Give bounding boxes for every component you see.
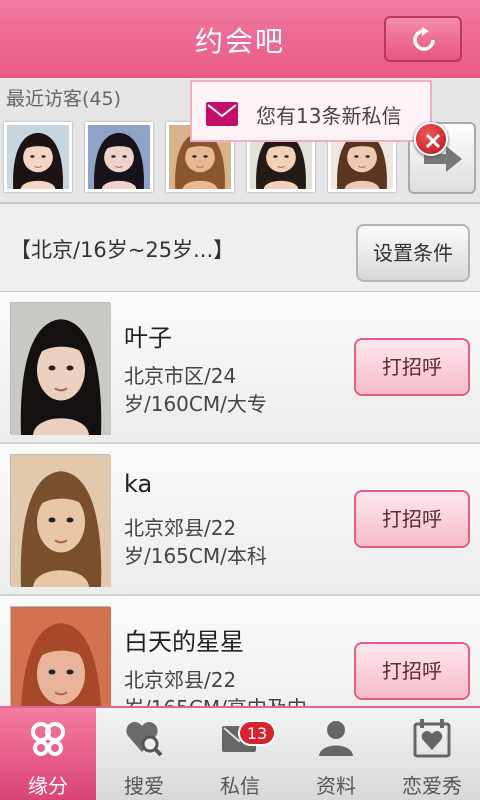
- unread-badge: 13: [238, 720, 276, 746]
- profile-photo-image: [11, 303, 111, 435]
- bottom-nav: 缘分 搜爱 私信 13 资料 恋爱秀: [0, 706, 480, 800]
- profile-details: 北京郊县/22岁/165CM/本科: [124, 516, 267, 568]
- nav-label: 恋爱秀: [402, 774, 462, 798]
- profile-name: ka: [124, 470, 153, 498]
- profile-photo[interactable]: [10, 606, 111, 706]
- greet-button[interactable]: 打招呼: [354, 490, 470, 548]
- calendar-heart-icon: [413, 719, 451, 758]
- nav-label: 缘分: [28, 774, 68, 798]
- nav-item-0[interactable]: 缘分: [0, 708, 96, 800]
- refresh-button[interactable]: [384, 16, 462, 62]
- set-conditions-button[interactable]: 设置条件: [356, 224, 470, 282]
- profile-name: 叶子: [124, 324, 172, 352]
- nav-icon-wrap: [412, 718, 452, 762]
- nav-item-2[interactable]: 私信 13: [192, 708, 288, 800]
- profile-name: 白天的星星: [124, 628, 244, 656]
- nav-icon-wrap: [28, 718, 68, 762]
- greet-button[interactable]: 打招呼: [354, 642, 470, 700]
- couple-icon: [31, 722, 65, 756]
- profile-row[interactable]: ka 北京郊县/22岁/165CM/本科 打招呼: [0, 444, 480, 596]
- close-icon: [425, 133, 441, 149]
- filter-summary: 【北京/16岁~25岁...】: [10, 238, 235, 262]
- visitor-avatar[interactable]: [4, 122, 72, 192]
- person-icon: [319, 721, 353, 756]
- nav-label: 资料: [316, 774, 356, 798]
- avatar-photo: [7, 125, 69, 189]
- profile-details: 北京市区/24岁/160CM/大专: [124, 364, 267, 416]
- greet-button[interactable]: 打招呼: [354, 338, 470, 396]
- profile-photo[interactable]: [10, 302, 111, 435]
- profile-photo[interactable]: [10, 454, 111, 587]
- new-message-text: 您有13条新私信: [256, 104, 402, 128]
- nav-item-1[interactable]: 搜爱: [96, 708, 192, 800]
- visitor-avatar[interactable]: [85, 122, 153, 192]
- nav-label: 私信: [220, 774, 260, 798]
- heart-search-icon: [126, 722, 163, 757]
- nav-label: 搜爱: [124, 774, 164, 798]
- filter-bar: 【北京/16岁~25岁...】 设置条件: [0, 206, 480, 292]
- profile-photo-image: [11, 455, 111, 587]
- mail-icon: [206, 102, 238, 126]
- refresh-icon: [413, 27, 435, 51]
- nav-item-4[interactable]: 恋爱秀: [384, 708, 480, 800]
- nav-icon-wrap: [124, 718, 164, 762]
- profile-list: 叶子 北京市区/24岁/160CM/大专 打招呼 ka 北京郊县/22岁/165CM/本…: [0, 292, 480, 706]
- app-header: 约会吧: [0, 0, 480, 78]
- close-notice-button[interactable]: [414, 122, 448, 156]
- profile-row[interactable]: 白天的星星北京郊县/22岁/165CM/高中及中专 打招呼: [0, 596, 480, 706]
- nav-icon-wrap: [316, 718, 356, 762]
- profile-row[interactable]: 叶子北京市区/24岁/160CM/大专 打招呼: [0, 292, 480, 444]
- visitors-title: 最近访客(45): [6, 88, 122, 110]
- avatar-photo: [88, 125, 150, 189]
- nav-item-3[interactable]: 资料: [288, 708, 384, 800]
- new-message-notice[interactable]: 您有13条新私信: [190, 80, 432, 142]
- profile-details: 北京郊县/22岁/165CM/高中及中专: [124, 668, 307, 706]
- profile-photo-image: [11, 607, 111, 706]
